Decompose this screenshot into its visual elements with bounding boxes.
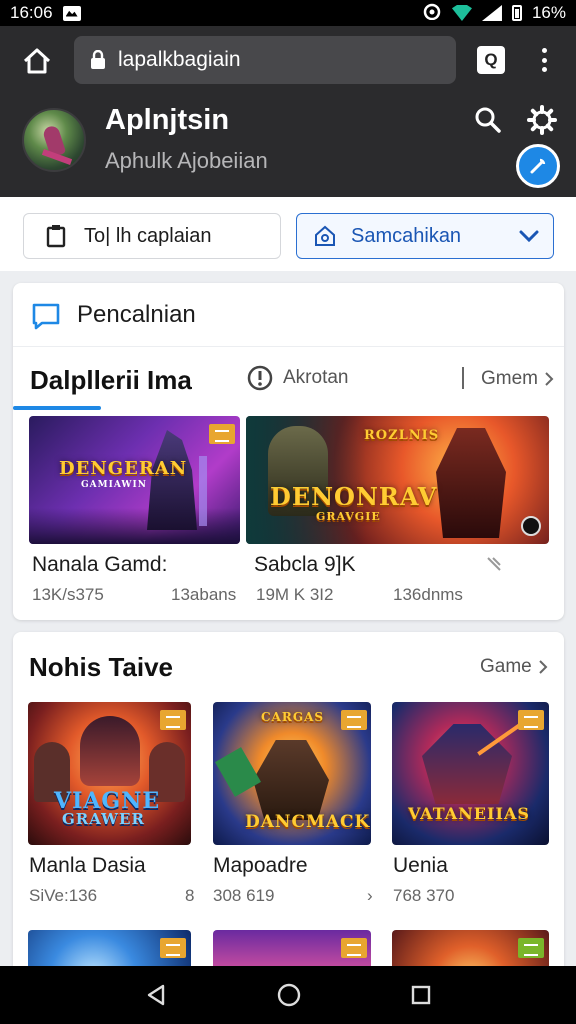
game-meta: SiVe:136 <box>29 886 98 905</box>
section-title: Dalpllerii Ima <box>30 365 192 395</box>
tile-logo-sub: GRAWER <box>62 810 145 828</box>
chat-icon <box>32 303 60 330</box>
filter-toolbar: To| lh caplaian Samcahikan <box>0 197 576 271</box>
badge-icon <box>341 938 367 958</box>
home-settings-icon <box>315 225 335 246</box>
system-nav-bar <box>0 966 576 1024</box>
filter-label: Akrotan <box>283 367 349 388</box>
status-time: 16:06 <box>10 3 53 22</box>
game-meta: 19M K 3I2 <box>256 585 334 604</box>
category-label: To| lh caplaian <box>84 224 212 247</box>
game-meta: 136dnms <box>393 585 463 604</box>
badge-icon <box>518 938 544 958</box>
game-title[interactable]: Mapoadre <box>213 854 308 878</box>
game-meta: 8 <box>185 886 195 905</box>
banner-corner-logo: ROZLNIS <box>364 428 440 443</box>
category-button[interactable]: To| lh caplaian <box>23 213 281 259</box>
banner-logo-sub: GAMIAWIN <box>81 480 147 490</box>
status-bar: 16:06 16% <box>0 0 576 26</box>
banner-logo: DENONRAV <box>270 482 438 511</box>
battery-percent: 16% <box>531 3 566 22</box>
avatar[interactable] <box>22 108 86 172</box>
chevron-right-icon <box>539 660 548 674</box>
app-header: lapalkbagiain Q Aplnjtsin Aphulk Ajobeii… <box>0 26 576 197</box>
badge-icon <box>518 710 544 730</box>
chevron-down-icon <box>519 230 539 243</box>
game-title[interactable]: Sabcla 9]K <box>254 553 356 577</box>
sort-label: Samcahikan <box>351 224 462 247</box>
overflow-menu-button[interactable] <box>534 44 554 76</box>
tabs-button[interactable]: Q <box>477 46 505 74</box>
game-meta: › <box>367 886 373 905</box>
game-meta: 13K/s375 <box>32 585 104 604</box>
app-subtitle: Aphulk Ajobeiian <box>105 148 268 173</box>
banner-logo-sub: GRAVGIE <box>316 510 381 523</box>
search-results-card: Pencalnian Dalpllerii Ima Akrotan Gmem D… <box>13 283 564 620</box>
back-icon[interactable] <box>144 983 168 1007</box>
more-options-icon[interactable] <box>485 555 503 573</box>
search-row[interactable]: Pencalnian <box>13 283 564 347</box>
search-icon <box>475 107 501 133</box>
game-title[interactable]: Manla Dasia <box>29 854 146 878</box>
home-icon <box>23 48 51 74</box>
game-tile[interactable]: CARGAS DANCMACK <box>213 702 371 845</box>
home-nav-icon[interactable] <box>276 982 302 1008</box>
signal-icon <box>481 5 502 21</box>
sort-dropdown[interactable]: Samcahikan <box>296 213 554 259</box>
see-more-link[interactable]: Gmem <box>481 368 554 390</box>
game-meta: 13abans <box>171 585 237 604</box>
tabs-count: Q <box>484 50 498 69</box>
featured-games-card: Nohis Taive Game VIAGNE GRAWER CARGAS DA… <box>13 632 564 977</box>
game-meta: 768 370 <box>393 886 455 905</box>
section-header: Dalpllerii Ima Akrotan Gmem <box>13 347 564 411</box>
browser-bar: lapalkbagiain Q <box>0 36 576 84</box>
app-title: Aplnjtsin <box>105 104 230 136</box>
search-button[interactable] <box>470 102 506 138</box>
tile-logo-top: CARGAS <box>261 710 325 724</box>
tile-logo: VATANEIIAS <box>408 804 530 823</box>
wifi-icon <box>451 5 472 21</box>
game-title[interactable]: Nanala Gamd: <box>32 553 167 577</box>
chevron-right-icon <box>545 372 554 386</box>
active-tab-indicator <box>13 406 101 410</box>
game-meta: 308 619 <box>213 886 275 905</box>
url-text: lapalkbagiain <box>118 48 241 71</box>
badge-icon <box>209 424 235 444</box>
game-tile[interactable]: VIAGNE GRAWER <box>28 702 191 845</box>
divider <box>462 367 464 389</box>
gear-icon <box>527 105 557 135</box>
edit-icon <box>530 158 546 174</box>
info-icon <box>247 365 273 391</box>
game-tile[interactable]: VATANEIIAS <box>392 702 549 845</box>
game-title[interactable]: Uenia <box>393 854 448 878</box>
gallery-notification-icon <box>62 5 81 21</box>
battery-icon <box>511 5 522 21</box>
see-more-label: Gmem <box>481 368 538 389</box>
clipboard-icon <box>46 225 66 248</box>
badge-icon <box>341 710 367 730</box>
settings-button[interactable] <box>522 100 562 140</box>
game-banner[interactable]: ROZLNIS DENONRAV GRAVGIE <box>246 416 549 544</box>
banner-logo: DENGERAN <box>59 458 188 479</box>
alarm-icon <box>422 2 442 25</box>
home-button[interactable] <box>18 42 56 80</box>
tile-logo: DANCMACK <box>245 812 371 832</box>
search-label: Pencalnian <box>77 301 196 328</box>
brand-icon <box>521 516 541 536</box>
see-more-label: Game <box>480 656 532 677</box>
badge-icon <box>160 938 186 958</box>
game-banner[interactable]: DENGERAN GAMIAWIN <box>29 416 240 544</box>
badge-icon <box>160 710 186 730</box>
lock-icon <box>91 50 105 69</box>
see-more-link[interactable]: Game <box>480 656 548 678</box>
filter-button[interactable]: Akrotan <box>247 365 348 391</box>
recents-icon[interactable] <box>410 984 432 1006</box>
section-title: Nohis Taive <box>29 652 174 682</box>
url-field[interactable]: lapalkbagiain <box>74 36 456 84</box>
floating-action-button[interactable] <box>516 144 560 188</box>
